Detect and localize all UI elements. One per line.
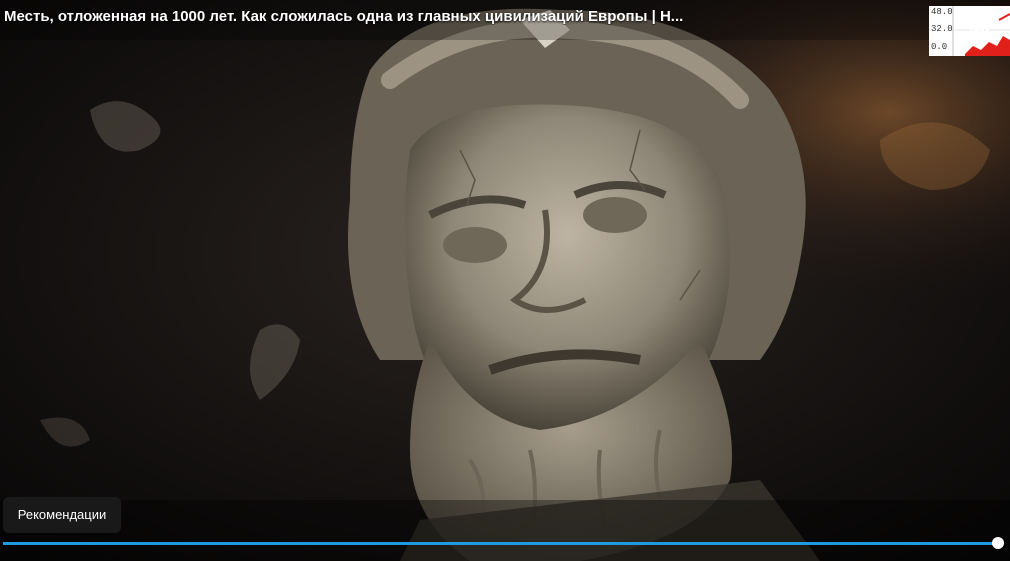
statue-video-still — [0, 0, 1010, 561]
share-arrow-icon — [969, 17, 993, 37]
progress-fill — [3, 542, 998, 545]
video-frame[interactable] — [0, 0, 1010, 561]
recommendations-button[interactable]: Рекомендации — [3, 497, 121, 533]
share-button[interactable] — [964, 12, 998, 42]
video-title[interactable]: Месть, отложенная на 1000 лет. Как сложи… — [4, 8, 904, 25]
progress-scrubber-handle[interactable] — [992, 537, 1004, 549]
progress-bar[interactable] — [3, 537, 1004, 549]
